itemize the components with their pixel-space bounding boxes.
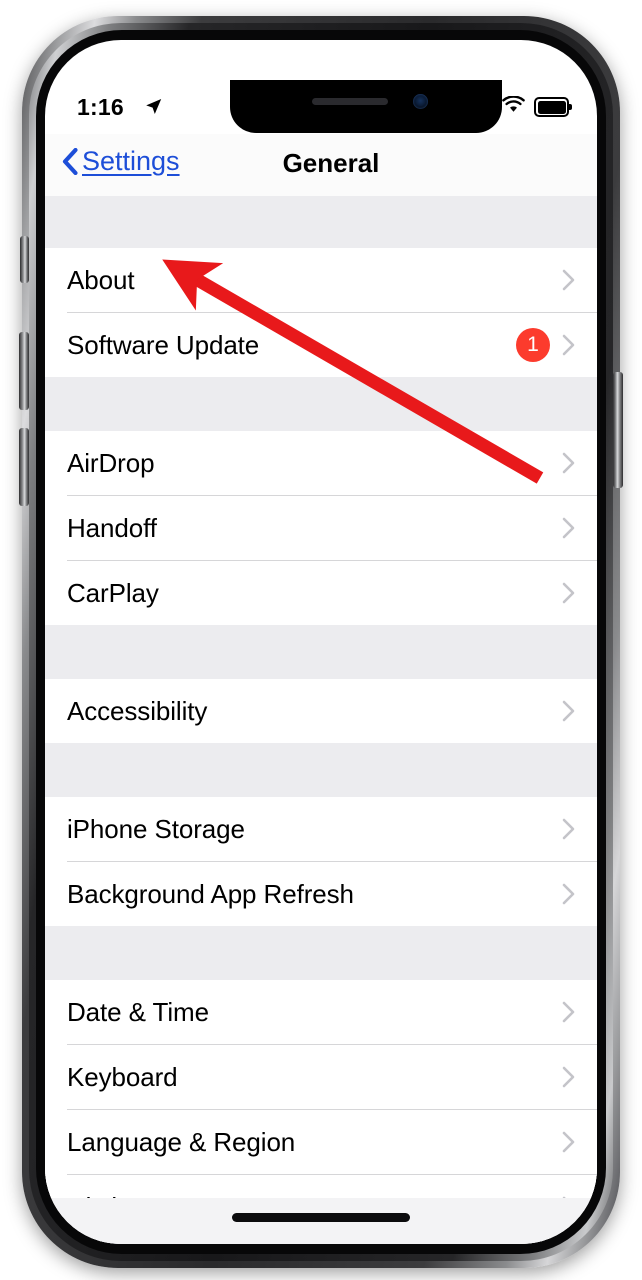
chevron-right-icon — [562, 452, 575, 474]
row-label: Handoff — [67, 512, 157, 543]
row-handoff[interactable]: Handoff — [45, 496, 597, 560]
row-iphone-storage[interactable]: iPhone Storage — [45, 797, 597, 861]
row-accessory — [562, 1045, 575, 1109]
home-indicator-area — [45, 1198, 597, 1244]
phone-screen: 1:16 Settings General About Software Upd… — [45, 40, 597, 1244]
row-software-update[interactable]: Software Update 1 — [45, 313, 597, 377]
group-storage: iPhone Storage Background App Refresh — [45, 797, 597, 926]
row-accessibility[interactable]: Accessibility — [45, 679, 597, 743]
navigation-bar: Settings General — [45, 134, 597, 196]
status-bar-time: 1:16 — [77, 94, 124, 120]
chevron-right-icon — [562, 1066, 575, 1088]
row-airdrop[interactable]: AirDrop — [45, 431, 597, 495]
home-indicator-bar[interactable] — [232, 1213, 410, 1222]
row-about[interactable]: About — [45, 248, 597, 312]
chevron-right-icon — [562, 517, 575, 539]
front-camera-icon — [413, 94, 428, 109]
row-accessory — [562, 496, 575, 560]
side-power-button[interactable] — [613, 372, 623, 488]
list-gap — [45, 625, 597, 679]
list-gap — [45, 926, 597, 980]
chevron-right-icon — [562, 582, 575, 604]
row-label: Keyboard — [67, 1061, 178, 1092]
chevron-right-icon — [562, 334, 575, 356]
chevron-right-icon — [562, 700, 575, 722]
display-notch — [230, 80, 502, 133]
row-accessory — [562, 797, 575, 861]
chevron-right-icon — [562, 818, 575, 840]
group-accessibility: Accessibility — [45, 679, 597, 743]
row-label: iPhone Storage — [67, 813, 245, 844]
location-arrow-icon — [144, 97, 163, 121]
screenshot-stage: 1:16 Settings General About Software Upd… — [0, 0, 642, 1280]
row-background-app-refresh[interactable]: Background App Refresh — [45, 862, 597, 926]
row-accessory — [562, 980, 575, 1044]
volume-down-button[interactable] — [19, 428, 29, 506]
chevron-right-icon — [562, 1131, 575, 1153]
row-accessory — [562, 679, 575, 743]
chevron-right-icon — [562, 1001, 575, 1023]
row-date-time[interactable]: Date & Time — [45, 980, 597, 1044]
volume-up-button[interactable] — [19, 332, 29, 410]
row-label: Accessibility — [67, 695, 208, 726]
row-label: Background App Refresh — [67, 878, 354, 909]
chevron-right-icon — [562, 883, 575, 905]
group-connectivity: AirDrop Handoff CarPlay — [45, 431, 597, 625]
row-label: Software Update — [67, 329, 260, 360]
row-label: Date & Time — [67, 996, 209, 1027]
row-carplay[interactable]: CarPlay — [45, 561, 597, 625]
row-label: CarPlay — [67, 577, 159, 608]
row-accessory — [562, 431, 575, 495]
page-title: General — [282, 148, 380, 178]
row-label: AirDrop — [67, 447, 155, 478]
chevron-right-icon — [562, 269, 575, 291]
list-gap — [45, 377, 597, 431]
earpiece-speaker-icon — [312, 98, 388, 105]
row-accessory: 1 — [516, 313, 575, 377]
mute-switch-button[interactable] — [20, 236, 29, 283]
row-language-region[interactable]: Language & Region — [45, 1110, 597, 1174]
row-accessory — [562, 862, 575, 926]
status-badge: 1 — [516, 328, 550, 362]
list-top-gap — [45, 196, 597, 248]
wifi-icon — [502, 95, 525, 118]
row-keyboard[interactable]: Keyboard — [45, 1045, 597, 1109]
row-label: About — [67, 264, 135, 295]
group-about: About Software Update 1 — [45, 248, 597, 377]
battery-full-icon — [534, 97, 572, 117]
row-accessory — [562, 561, 575, 625]
row-accessory — [562, 248, 575, 312]
row-label: Language & Region — [67, 1126, 296, 1157]
list-gap — [45, 743, 597, 797]
row-accessory — [562, 1110, 575, 1174]
settings-list[interactable]: About Software Update 1 AirDrop Handoff … — [45, 196, 597, 1244]
